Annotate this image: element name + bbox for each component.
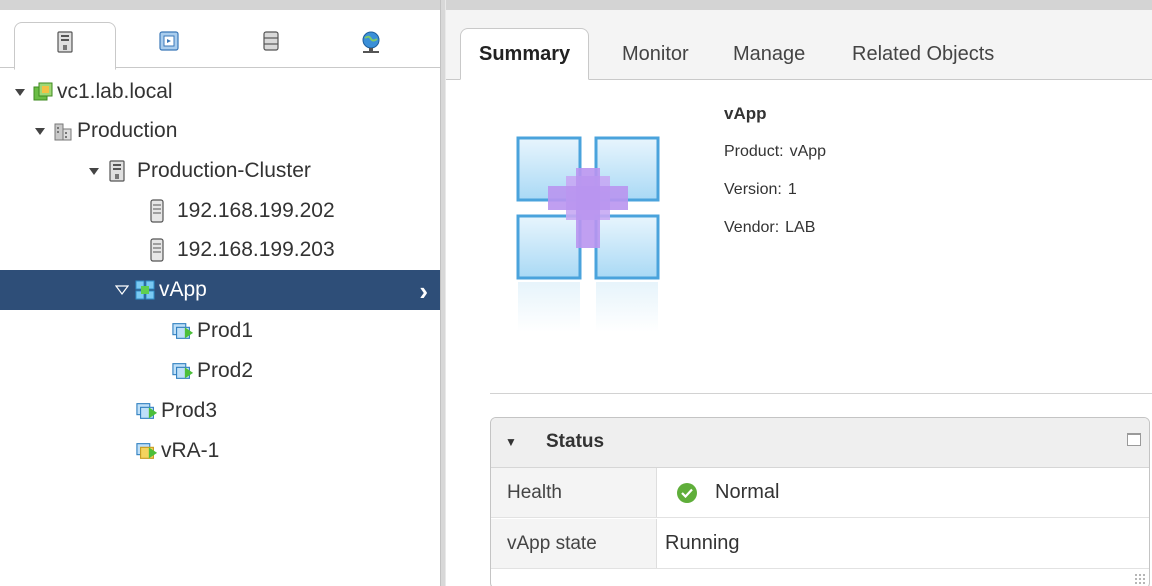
navigator-panel: vc1.lab.local Production Production-Clus… <box>0 0 440 586</box>
tree-item-vm[interactable]: Prod1 <box>0 311 440 351</box>
vendor-label: Vendor: <box>724 219 780 236</box>
datacenter-icon <box>52 120 74 142</box>
summary-title: vApp <box>724 104 767 123</box>
navigator-top-strip <box>0 0 440 10</box>
tree-item-vcenter[interactable]: vc1.lab.local <box>0 72 440 112</box>
status-row-value: Running <box>665 532 740 554</box>
tree-item-label: Production <box>77 119 178 142</box>
vms-and-templates-icon <box>159 31 179 51</box>
status-portlet-header[interactable]: ▼ Status <box>491 418 1149 468</box>
vsphere-web-client: vc1.lab.local Production Production-Clus… <box>0 0 1152 586</box>
status-row-label: Health <box>491 468 657 517</box>
tab-related-objects[interactable]: Related Objects <box>852 28 994 80</box>
content-panel: Summary Monitor Manage Related Objects v… <box>446 0 1152 586</box>
storage-icon <box>263 31 279 51</box>
tree-item-label: vApp <box>159 278 207 301</box>
tree-item-label: Production-Cluster <box>137 159 311 182</box>
tree-item-host[interactable]: 192.168.199.203 <box>0 230 440 270</box>
tab-monitor[interactable]: Monitor <box>622 28 689 80</box>
status-portlet-title: Status <box>546 431 605 452</box>
tree-item-vm[interactable]: Prod2 <box>0 351 440 391</box>
version-property: Version: 1 <box>724 181 797 199</box>
vapp-large-icon <box>514 134 666 344</box>
vcenter-icon <box>32 81 54 103</box>
tree-item-cluster[interactable]: Production-Cluster <box>0 151 440 191</box>
tree-item-label: Prod1 <box>197 319 254 342</box>
expanded-arrow-icon[interactable] <box>12 84 28 100</box>
navigator-tab-bar <box>0 10 440 70</box>
vm-icon <box>172 320 194 342</box>
vm-yellow-icon <box>136 440 158 462</box>
tab-hosts-and-clusters[interactable] <box>14 22 116 70</box>
product-value: vApp <box>789 143 827 160</box>
tab-manage[interactable]: Manage <box>733 28 805 80</box>
version-value: 1 <box>787 181 797 198</box>
content-tab-bar: Summary Monitor Manage Related Objects <box>446 10 1152 80</box>
status-row-health: Health Normal <box>491 468 1149 518</box>
tree-item-vm[interactable]: vRA-1 <box>0 431 440 471</box>
tab-networking[interactable] <box>320 22 422 70</box>
tab-vms-and-templates[interactable] <box>118 22 220 70</box>
cluster-icon <box>106 160 128 182</box>
tree-item-label: Prod3 <box>161 399 218 422</box>
tab-summary[interactable]: Summary <box>460 28 590 80</box>
vapp-icon <box>134 279 156 301</box>
tree-item-label: Prod2 <box>197 359 254 382</box>
tab-storage[interactable] <box>220 22 322 70</box>
check-circle-icon <box>677 482 697 503</box>
expanded-arrow-icon[interactable] <box>114 282 130 298</box>
host-icon <box>146 238 168 262</box>
vendor-value: LAB <box>785 219 816 236</box>
tree-item-label: vc1.lab.local <box>57 80 173 103</box>
tree-item-vm[interactable]: Prod3 <box>0 391 440 431</box>
vm-icon <box>136 400 158 422</box>
status-row-vapp-state: vApp state Running <box>491 519 1149 569</box>
content-top-strip <box>446 0 1152 10</box>
networking-icon <box>362 31 380 53</box>
product-label: Product: <box>724 143 784 160</box>
tree-item-label: 192.168.199.203 <box>177 238 335 261</box>
product-property: Product: vApp <box>724 143 826 161</box>
tree-item-label: 192.168.199.202 <box>177 199 335 222</box>
version-label: Version: <box>724 181 782 198</box>
host-icon <box>146 199 168 223</box>
maximize-icon[interactable] <box>1127 433 1141 446</box>
hosts-and-clusters-icon <box>57 31 73 53</box>
status-row-value: Normal <box>657 468 779 517</box>
resize-grip-icon[interactable] <box>1134 573 1146 585</box>
chevron-right-icon[interactable]: › <box>419 276 428 307</box>
tree-item-vapp[interactable]: vApp › <box>0 270 440 310</box>
tree-item-datacenter[interactable]: Production <box>0 111 440 151</box>
vendor-property: Vendor: LAB <box>724 219 815 237</box>
tree-item-label: vRA-1 <box>161 439 220 462</box>
vm-icon <box>172 360 194 382</box>
expanded-arrow-icon[interactable] <box>32 123 48 139</box>
collapse-caret-icon[interactable]: ▼ <box>505 435 517 449</box>
status-row-label: vApp state <box>491 519 657 568</box>
section-divider <box>490 393 1152 394</box>
health-value: Normal <box>715 481 780 503</box>
tree-item-host[interactable]: 192.168.199.202 <box>0 191 440 231</box>
status-portlet: ▼ Status Health Normal vApp state Runnin… <box>490 417 1150 586</box>
expanded-arrow-icon[interactable] <box>86 163 102 179</box>
